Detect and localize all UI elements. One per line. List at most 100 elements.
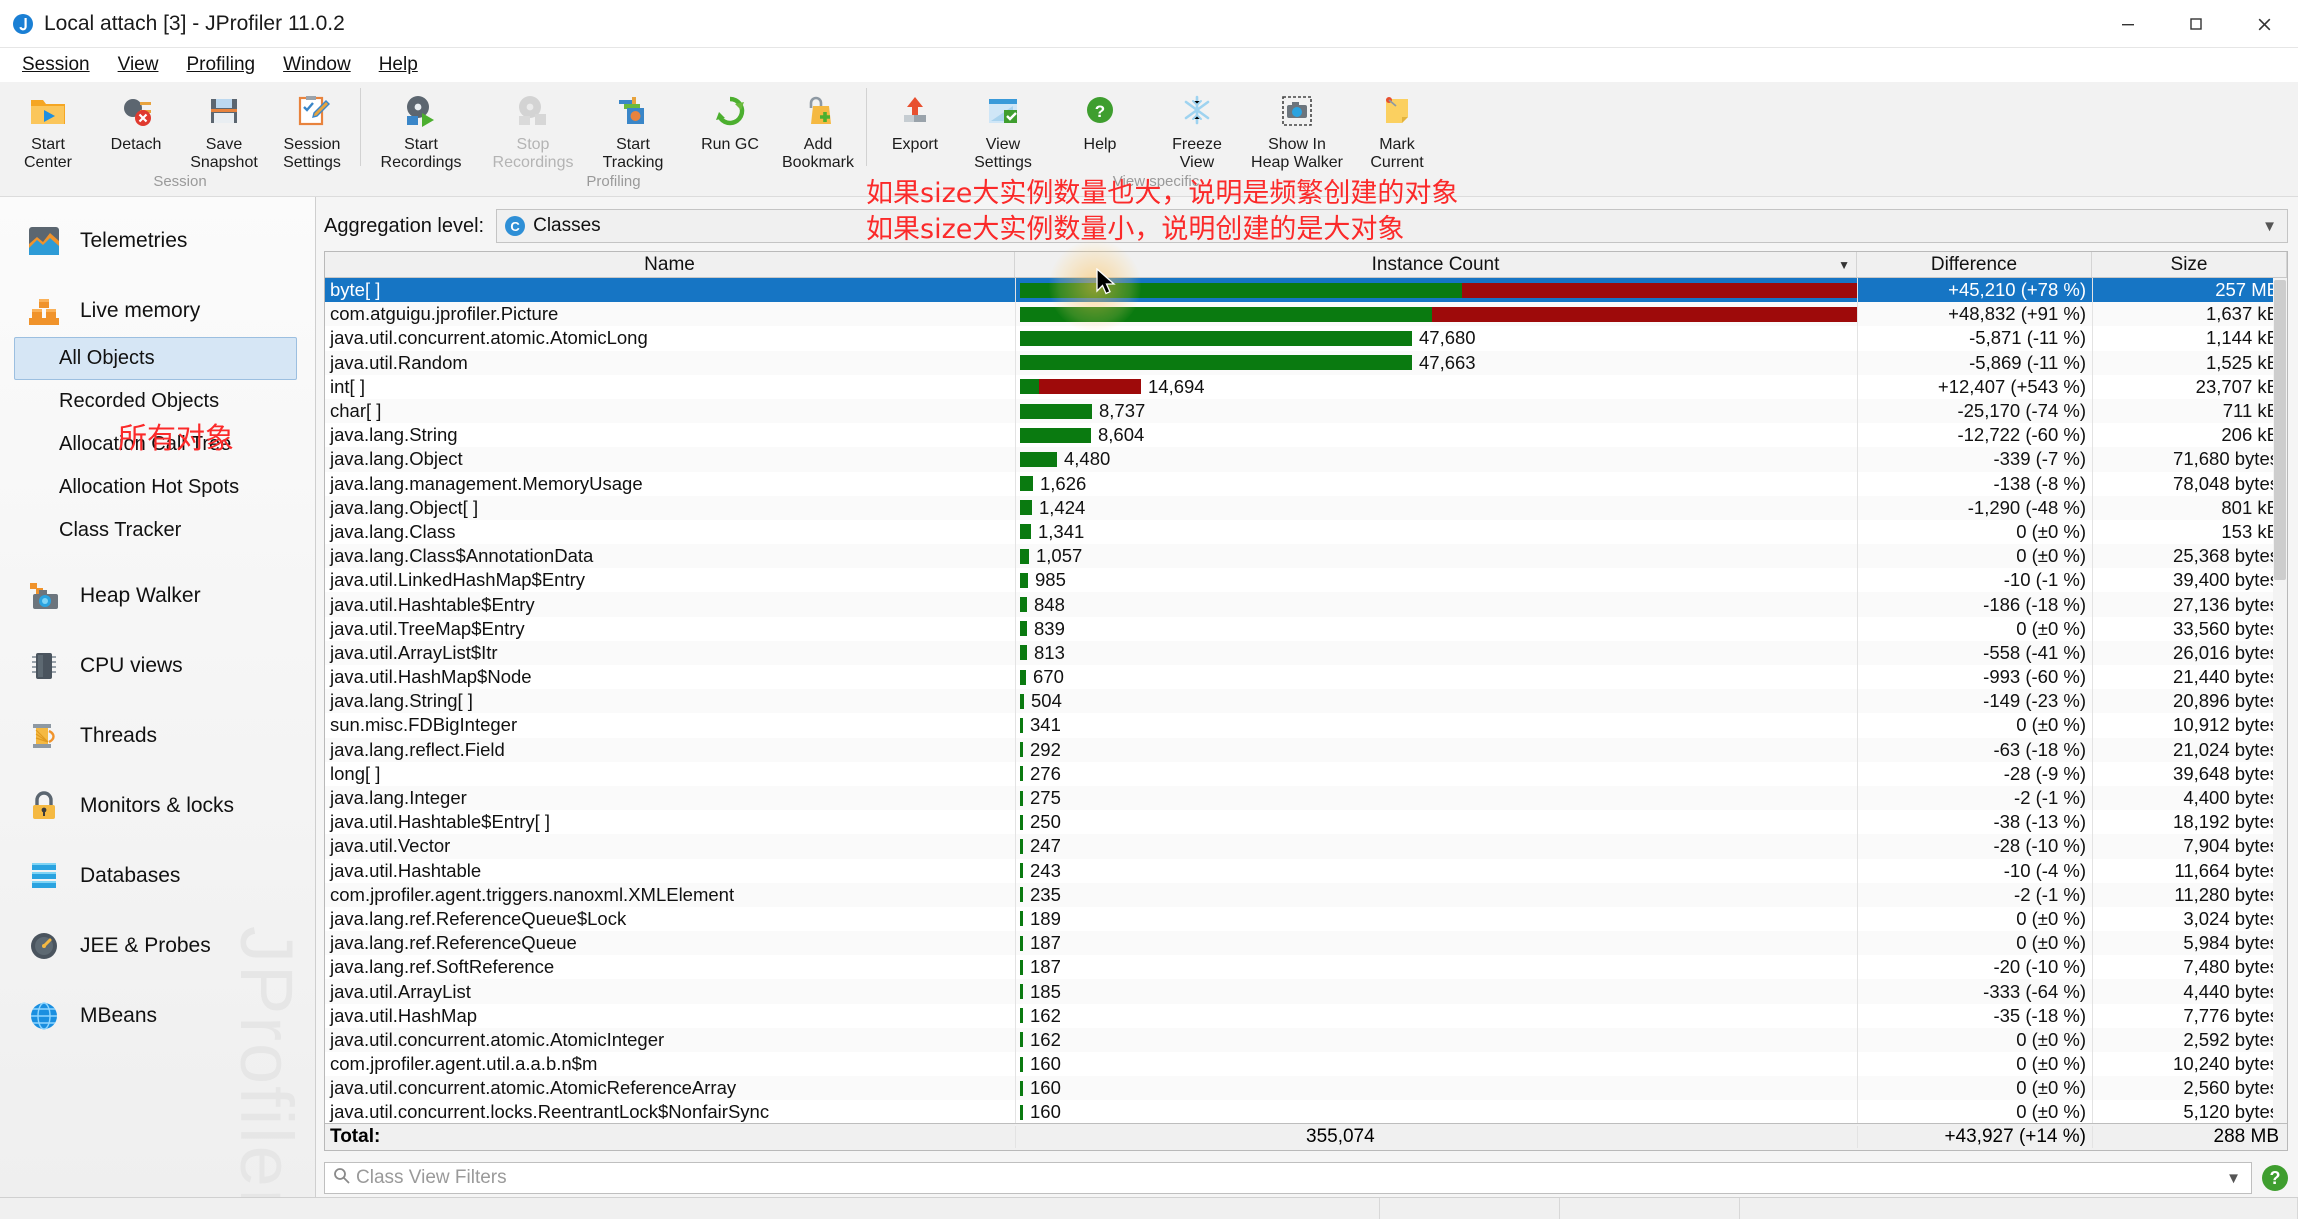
table-row[interactable]: java.lang.reflect.Field 292 -63 (-18 %) 21,… [325, 737, 2287, 762]
start-tracking-button[interactable]: Start Tracking [589, 82, 677, 172]
filter-help-icon[interactable]: ? [2262, 1165, 2288, 1191]
table-row[interactable]: java.util.LinkedHashMap$Entry 985 -10 (-1 … [325, 568, 2287, 593]
cell-size: 1,144 kB [2092, 326, 2287, 351]
start-center-button[interactable]: Start Center [4, 82, 92, 172]
table-row[interactable]: char[ ] 8,737 -25,170 (-74 %) 711 kB [325, 398, 2287, 424]
table-row[interactable]: java.lang.management.MemoryUsage 1,626 -13… [325, 471, 2287, 496]
sidebar-item-class-tracker[interactable]: Class Tracker [14, 509, 297, 552]
mark-current-button[interactable]: Mark Current [1353, 82, 1441, 172]
sidebar-item-live-memory[interactable]: Live memory [0, 285, 315, 337]
sidebar-item-threads[interactable]: Threads [0, 710, 315, 762]
close-button[interactable] [2230, 0, 2298, 48]
menu-view[interactable]: View [104, 51, 173, 79]
table-row[interactable]: java.util.Random 47,663 -5,869 (-11 %) 1,52… [325, 350, 2287, 375]
table-row[interactable]: sun.misc.FDBigInteger 341 0 (±0 %) 10,912 b… [325, 713, 2287, 738]
sidebar-item-cpu-views[interactable]: CPU views [0, 640, 315, 692]
table-row[interactable]: java.util.ArrayList$Itr 813 -558 (-41 %) 26… [325, 640, 2287, 665]
table-row[interactable]: java.util.Hashtable 243 -10 (-4 %) 11,664 b… [325, 858, 2287, 883]
table-row[interactable]: long[ ] 276 -28 (-9 %) 39,648 bytes [325, 761, 2287, 786]
sidebar-item-all-objects[interactable]: All Objects [14, 337, 297, 380]
table-row[interactable]: java.lang.Integer 275 -2 (-1 %) 4,400 bytes [325, 785, 2287, 811]
table-row[interactable]: java.util.concurrent.atomic.AtomicLong 47… [325, 326, 2287, 351]
table-row[interactable]: java.util.concurrent.locks.ReentrantLock… [325, 1100, 2287, 1123]
view-settings-button[interactable]: View Settings [959, 82, 1047, 172]
cell-difference: -5,871 (-11 %) [1857, 326, 2092, 351]
menu-window[interactable]: Window [269, 51, 365, 79]
show-in-heap-walker-button[interactable]: Show In Heap Walker [1241, 82, 1353, 172]
instance-count-bar [1020, 935, 1023, 951]
cell-size: 39,400 bytes [2092, 568, 2287, 593]
cell-instance-count: 1,057 [1015, 544, 1857, 569]
session-settings-label: Session Settings [283, 136, 341, 171]
minimize-button[interactable] [2094, 0, 2162, 48]
cell-difference: +48,832 (+91 %) [1857, 302, 2092, 327]
cell-instance-count: 189 [1015, 906, 1857, 932]
sidebar-item-jee-probes[interactable]: JEE & Probes [0, 920, 315, 972]
table-row[interactable]: java.lang.Object 4,480 -339 (-7 %) 71,680 b… [325, 447, 2287, 472]
table-row[interactable]: int[ ] 14,694 +12,407 (+543 %) 23,707 kB [325, 374, 2287, 399]
table-row[interactable]: java.util.ArrayList 185 -333 (-64 %) 4,440 … [325, 979, 2287, 1004]
session-settings-button[interactable]: Session Settings [268, 82, 356, 172]
instance-count-bar [1020, 766, 1023, 782]
start-recordings-button[interactable]: Start Recordings [365, 82, 477, 172]
detach-button[interactable]: Detach [92, 82, 180, 154]
table-row[interactable]: java.util.concurrent.atomic.AtomicIntege… [325, 1027, 2287, 1052]
help-button[interactable]: ? Help [1056, 82, 1144, 154]
menu-help[interactable]: Help [365, 51, 432, 79]
table-row[interactable]: com.jprofiler.agent.triggers.nanoxml.XML… [325, 882, 2287, 907]
export-button[interactable]: Export [871, 82, 959, 154]
column-header-name[interactable]: Name [325, 252, 1015, 277]
cell-difference: -5,869 (-11 %) [1857, 350, 2092, 375]
table-row[interactable]: java.lang.Class 1,341 0 (±0 %) 153 kB [325, 519, 2287, 545]
cell-size: 206 kB [2092, 423, 2287, 448]
table-row[interactable]: java.lang.ref.ReferenceQueue 187 0 (±0 %) 5… [325, 931, 2287, 956]
sidebar-item-recorded-objects[interactable]: Recorded Objects [14, 380, 297, 423]
menu-profiling[interactable]: Profiling [172, 51, 269, 79]
column-header-size[interactable]: Size [2092, 252, 2287, 277]
cell-class-name: java.util.Random [330, 351, 468, 373]
class-view-filter-input[interactable]: Class View Filters ▼ [324, 1162, 2252, 1194]
table-row[interactable]: java.util.Vector 247 -28 (-10 %) 7,904 byte… [325, 834, 2287, 859]
freeze-view-button[interactable]: Freeze View [1153, 82, 1241, 172]
start-center-icon [29, 90, 67, 132]
table-row[interactable]: java.util.Hashtable$Entry[ ] 250 -38 (-13 … [325, 810, 2287, 835]
table-row[interactable]: java.util.Hashtable$Entry 848 -186 (-18 %)… [325, 592, 2287, 617]
table-row[interactable]: java.lang.Object[ ] 1,424 -1,290 (-48 %) 80… [325, 495, 2287, 520]
save-snapshot-button[interactable]: Save Snapshot [180, 82, 268, 172]
sidebar-item-heap-walker[interactable]: Heap Walker [0, 570, 315, 622]
export-icon [896, 90, 934, 132]
column-header-difference[interactable]: Difference [1857, 252, 2092, 277]
sidebar-item-allocation-hot-spots[interactable]: Allocation Hot Spots [14, 466, 297, 509]
table-row[interactable]: java.util.HashMap 162 -35 (-18 %) 7,776 byt… [325, 1003, 2287, 1028]
table-row[interactable]: java.lang.ref.ReferenceQueue$Lock 189 0 (±… [325, 906, 2287, 932]
table-row[interactable]: java.lang.String[ ] 504 -149 (-23 %) 20,896… [325, 689, 2287, 714]
column-header-instance-count[interactable]: Instance Count ▼ [1015, 252, 1857, 277]
bar-segment-current [1020, 717, 1023, 733]
maximize-button[interactable] [2162, 0, 2230, 48]
table-row[interactable]: com.atguigu.jprofiler.Picture 102,363+48,… [325, 302, 2287, 327]
live-memory-icon [22, 294, 66, 328]
sidebar-item-monitors-locks[interactable]: Monitors & locks [0, 780, 315, 832]
table-row[interactable]: byte[ ] 103,430+45,210 (+78 %)257 MB [325, 278, 2287, 303]
table-row[interactable]: java.lang.ref.SoftReference 187 -20 (-10 %… [325, 955, 2287, 980]
aggregation-label: Aggregation level: [324, 214, 485, 237]
sidebar-item-mbeans[interactable]: MBeans [0, 990, 315, 1042]
table-row[interactable]: java.util.HashMap$Node 670 -993 (-60 %) 21,… [325, 665, 2287, 690]
aggregation-level-value: Classes [533, 215, 601, 236]
chevron-down-icon[interactable]: ▼ [2226, 1170, 2241, 1187]
stop-recordings-button[interactable]: Stop Recordings [477, 82, 589, 172]
table-row[interactable]: com.jprofiler.agent.util.a.a.b.n$m 160 0 (… [325, 1052, 2287, 1077]
run-gc-button[interactable]: Run GC [686, 82, 774, 154]
table-vertical-scrollbar[interactable] [2273, 278, 2287, 1123]
table-row[interactable]: java.lang.Class$AnnotationData 1,057 0 (±0… [325, 544, 2287, 569]
add-bookmark-button[interactable]: Add Bookmark [774, 82, 862, 172]
table-row[interactable]: java.lang.String 8,604 -12,722 (-60 %) 206 … [325, 423, 2287, 448]
table-body[interactable]: byte[ ]103,430+45,210 (+78 %)257 MBcom.a… [325, 278, 2287, 1123]
instance-count-bar [1020, 379, 1141, 395]
table-row[interactable]: java.util.TreeMap$Entry 839 0 (±0 %) 33,560… [325, 616, 2287, 641]
sidebar-item-telemetries[interactable]: Telemetries [0, 215, 315, 267]
sidebar-item-databases[interactable]: Databases [0, 850, 315, 902]
cell-class-name: java.util.concurrent.atomic.AtomicIntege… [330, 1028, 665, 1050]
table-row[interactable]: java.util.concurrent.atomic.AtomicRefere… [325, 1076, 2287, 1101]
menu-session[interactable]: Session [8, 51, 104, 79]
